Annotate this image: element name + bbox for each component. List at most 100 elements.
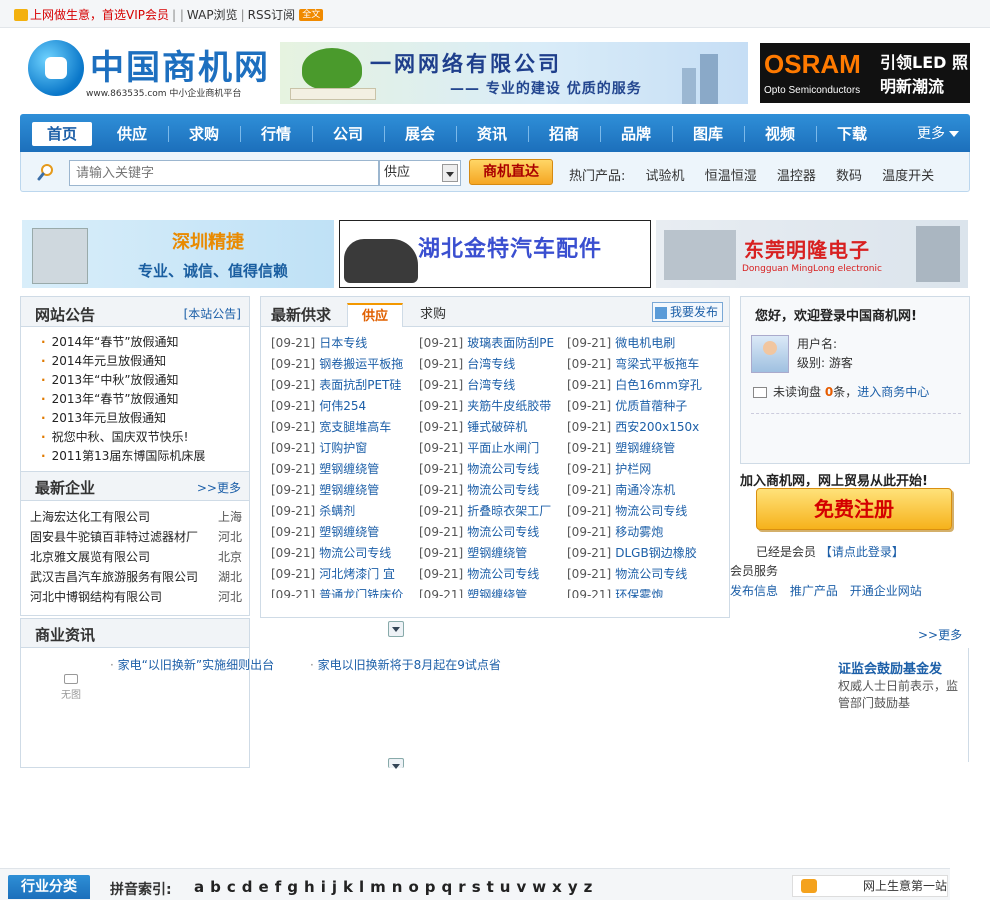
supply-title-link[interactable]: 弯梁式平板拖车 [615,357,699,371]
supply-title-link[interactable]: 移动雾炮 [615,525,663,539]
pinyin-letter-link[interactable]: s [472,878,483,896]
nav-item-brand[interactable]: 品牌 [606,123,666,145]
supply-item[interactable]: [09-21] 护栏网 [567,459,713,480]
supply-title-link[interactable]: 钢卷搬运平板拖 [319,357,403,371]
nav-more-button[interactable]: 更多 [910,123,966,145]
supply-title-link[interactable]: 环保雾炮 [615,588,663,598]
supply-item[interactable]: [09-21] 锤式破碎机 [419,417,565,438]
company-banner[interactable]: 一网网络有限公司 —— 专业的建设 优质的服务 [280,42,748,104]
supply-title-link[interactable]: 物流公司专线 [319,546,391,560]
list-item[interactable]: 2014年元旦放假通知 [41,352,205,371]
nav-item-video[interactable]: 视频 [750,123,810,145]
supply-item[interactable]: [09-21] 塑钢缠绕管 [567,438,713,459]
supply-item[interactable]: [09-21] 物流公司专线 [419,522,565,543]
supply-item[interactable]: [09-21] 南通冷冻机 [567,480,713,501]
supply-item[interactable]: [09-21] 微电机电刷 [567,333,713,354]
supply-item[interactable]: [09-21] 玻璃表面防刮PE [419,333,565,354]
supply-item[interactable]: [09-21] 白色16mm穿孔 [567,375,713,396]
search-button[interactable]: 商机直达 [469,159,553,185]
supply-item[interactable]: [09-21] 夹筋牛皮纸胶带 [419,396,565,417]
nav-item-demand[interactable]: 求购 [174,123,234,145]
vip-link[interactable]: 上网做生意，首选VIP会员 [30,6,169,23]
supply-title-link[interactable]: 玻璃表面防刮PE [467,336,554,350]
supply-item[interactable]: [09-21] 环保雾炮 [567,585,713,598]
supply-title-link[interactable]: 优质苜蓿种子 [615,399,687,413]
pinyin-letter-link[interactable]: a [194,878,206,896]
hot-product-link[interactable]: 试验机 [646,169,685,184]
supply-title-link[interactable]: 塑钢缠绕管 [467,546,527,560]
supply-title-link[interactable]: 何伟254 [319,399,366,413]
nav-item-supply[interactable]: 供应 [102,123,162,145]
supply-item[interactable]: [09-21] 物流公司专线 [419,480,565,501]
featured-news-title[interactable]: 证监会鼓励基金发 [838,658,942,677]
scroll-down-icon[interactable] [388,621,404,637]
member-login-link[interactable]: 【请点此登录】 [820,545,904,559]
supply-item[interactable]: [09-21] 杀螨剂 [271,501,417,522]
service-link[interactable]: 发布信息 [730,584,778,598]
notice-all-link[interactable]: [本站公告] [184,305,241,322]
hot-product-link[interactable]: 数码 [836,169,862,184]
supply-title-link[interactable]: 物流公司专线 [615,567,687,581]
supply-item[interactable]: [09-21] 塑钢缠绕管 [271,480,417,501]
supply-title-link[interactable]: 微电机电刷 [615,336,675,350]
supply-title-link[interactable]: 台湾专线 [467,378,515,392]
supply-title-link[interactable]: 塑钢缠绕管 [319,525,379,539]
pinyin-letter-link[interactable]: y [568,878,580,896]
pinyin-letter-link[interactable]: x [552,878,564,896]
supply-item[interactable]: [09-21] 订购护窗 [271,438,417,459]
nav-item-home[interactable]: 首页 [32,122,92,146]
pinyin-letter-link[interactable]: p [425,878,438,896]
nav-item-gallery[interactable]: 图库 [678,123,738,145]
supply-item[interactable]: [09-21] 物流公司专线 [419,564,565,585]
scroll-down-icon[interactable] [388,758,404,769]
supply-title-link[interactable]: 塑钢缠绕管 [615,441,675,455]
supply-title-link[interactable]: 物流公司专线 [467,525,539,539]
pinyin-letter-link[interactable]: u [500,878,513,896]
hot-product-link[interactable]: 温控器 [777,169,816,184]
supply-item[interactable]: [09-21] 河北烤漆门 宜 [271,564,417,585]
list-item[interactable]: 武汉吉昌汽车旅游服务有限公司 湖北 [30,567,242,587]
supply-item[interactable]: [09-21] 优质苜蓿种子 [567,396,713,417]
supply-item[interactable]: [09-21] 折叠晾衣架工厂 [419,501,565,522]
pinyin-letter-link[interactable]: h [304,878,317,896]
nav-item-news[interactable]: 资讯 [462,123,522,145]
supply-item[interactable]: [09-21] 台湾专线 [419,375,565,396]
pinyin-letter-link[interactable]: o [408,878,420,896]
supply-item[interactable]: [09-21] 钢卷搬运平板拖 [271,354,417,375]
pinyin-letter-link[interactable]: m [370,878,388,896]
service-link[interactable]: 开通企业网站 [850,584,922,598]
supply-title-link[interactable]: 表面抗刮PET硅 [319,378,401,392]
supply-item[interactable]: [09-21] 塑钢缠绕管 [419,543,565,564]
list-item[interactable]: 2013年“春节”放假通知 [41,390,205,409]
nav-item-download[interactable]: 下载 [822,123,882,145]
supply-item[interactable]: [09-21] 物流公司专线 [419,459,565,480]
supply-item[interactable]: [09-21] 弯梁式平板拖车 [567,354,713,375]
supply-title-link[interactable]: 西安200x150x [615,420,699,434]
supply-item[interactable]: [09-21] 塑钢缠绕管 [271,522,417,543]
pinyin-letter-link[interactable]: c [227,878,238,896]
supply-item[interactable]: [09-21] 普通龙门铣床价 [271,585,417,598]
pinyin-letter-link[interactable]: e [259,878,271,896]
register-button[interactable]: 免费注册 [756,488,952,530]
supply-item[interactable]: [09-21] 物流公司专线 [567,501,713,522]
supply-title-link[interactable]: 折叠晾衣架工厂 [467,504,551,518]
ad-banner-shenzhen[interactable]: 深圳精捷 专业、诚信、值得信赖 [22,220,334,288]
pinyin-letter-link[interactable]: r [458,878,467,896]
pinyin-letter-link[interactable]: j [332,878,339,896]
pinyin-letter-link[interactable]: w [532,878,548,896]
news-link[interactable]: 家电“以旧换新”实施细则出台 [110,656,274,673]
supply-title-link[interactable]: 物流公司专线 [467,462,539,476]
pinyin-letter-link[interactable]: g [287,878,300,896]
search-input[interactable] [69,160,379,186]
nav-item-market[interactable]: 行情 [246,123,306,145]
list-item[interactable]: 2013年“中秋”放假通知 [41,371,205,390]
nav-item-exhibition[interactable]: 展会 [390,123,450,145]
supply-item[interactable]: [09-21] 宽支腿堆高车 [271,417,417,438]
supply-title-link[interactable]: 塑钢缠绕管 [319,462,379,476]
supply-title-link[interactable]: 平面止水闸门 [467,441,539,455]
supply-item[interactable]: [09-21] 西安200x150x [567,417,713,438]
supply-title-link[interactable]: 南通冷冻机 [615,483,675,497]
supply-title-link[interactable]: 护栏网 [615,462,651,476]
wap-link[interactable]: WAP浏览 [187,6,238,23]
supply-title-link[interactable]: 杀螨剂 [319,504,355,518]
